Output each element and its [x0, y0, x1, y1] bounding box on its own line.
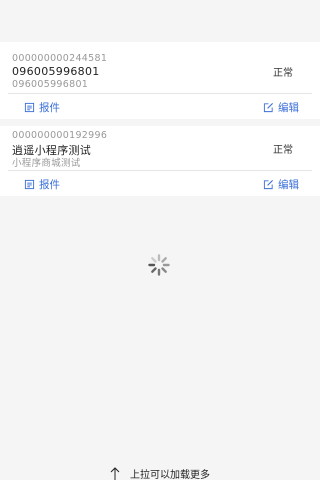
report-doc-icon: [24, 179, 35, 190]
merchant-list-page: 000000000244581 096005996801 09600599680…: [0, 0, 320, 480]
report-label: 报件: [39, 179, 60, 191]
merchant-card-info[interactable]: 000000000244581 096005996801 09600599680…: [0, 42, 320, 93]
edit-label: 编辑: [278, 102, 299, 114]
merchant-subtitle: 小程序商城测试: [12, 158, 81, 169]
edit-pencil-icon: [263, 179, 274, 190]
report-button[interactable]: 报件: [24, 177, 60, 192]
merchant-card: 000000000244581 096005996801 09600599680…: [0, 42, 320, 119]
merchant-code: 000000000244581: [12, 53, 108, 64]
edit-button[interactable]: 编辑: [263, 177, 299, 192]
edit-label: 编辑: [278, 179, 299, 191]
card-actions: 报件 编辑: [0, 94, 320, 120]
merchant-card-info[interactable]: 000000000192996 逍遥小程序测试 小程序商城测试 正常: [0, 126, 320, 170]
edit-pencil-icon: [263, 102, 274, 113]
loading-spinner-icon: [148, 254, 170, 276]
report-doc-icon: [24, 102, 35, 113]
card-actions: 报件 编辑: [0, 171, 320, 197]
edit-button[interactable]: 编辑: [263, 100, 299, 115]
report-label: 报件: [39, 102, 60, 114]
report-button[interactable]: 报件: [24, 100, 60, 115]
pull-up-hint-text: 上拉可以加载更多: [130, 470, 210, 480]
merchant-subtitle: 096005996801: [12, 79, 89, 90]
pull-up-hint: 上拉可以加载更多: [0, 466, 320, 480]
status-badge: 正常: [273, 68, 293, 79]
merchant-name: 096005996801: [12, 65, 100, 78]
arrow-up-icon: [110, 466, 120, 480]
merchant-card: 000000000192996 逍遥小程序测试 小程序商城测试 正常 报件 编辑: [0, 126, 320, 196]
status-badge: 正常: [273, 145, 293, 156]
merchant-code: 000000000192996: [12, 130, 108, 141]
